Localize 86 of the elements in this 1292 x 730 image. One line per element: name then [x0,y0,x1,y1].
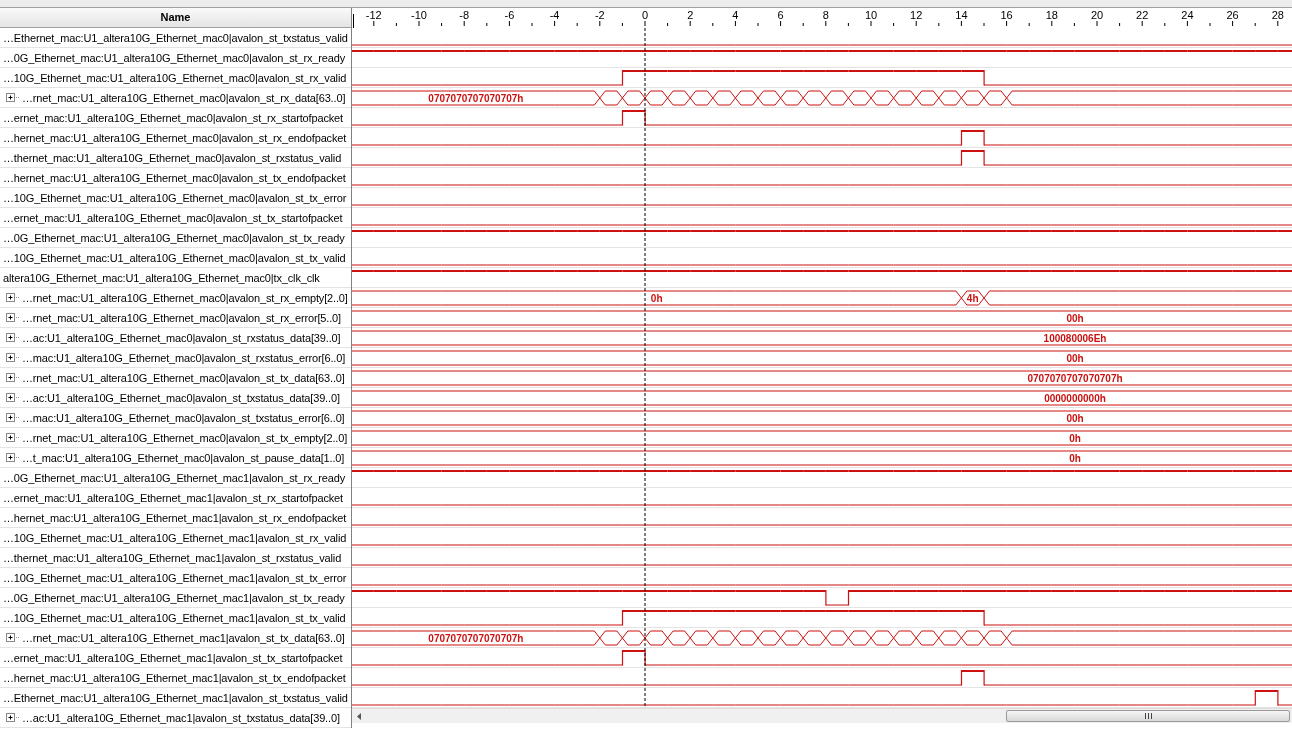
signal-name[interactable]: …10G_Ethernet_mac:U1_altera10G_Ethernet_mac1|avalon_st_rx_valid [3,531,347,544]
signal-name[interactable]: …rnet_mac:U1_altera10G_Ethernet_mac1|avalon_st_tx_data[63..0] [22,631,345,644]
time-label: -6 [504,9,515,21]
time-label: 14 [955,9,968,21]
signal-name[interactable]: …hernet_mac:U1_altera10G_Ethernet_mac0|avalon_st_rx_endofpacket [3,131,347,144]
signal-name[interactable]: …ac:U1_altera10G_Ethernet_mac0|avalon_st_txstatus_data[39..0] [22,391,340,404]
time-label: 20 [1090,9,1104,21]
scroll-left-icon[interactable] [356,712,362,720]
time-label: 16 [1000,9,1013,21]
grip-icon [1144,713,1152,719]
signal-name[interactable]: …ac:U1_altera10G_Ethernet_mac0|avalon_st_rxstatus_data[39..0] [22,331,341,344]
time-label: 26 [1226,9,1239,21]
signal-name[interactable]: …hernet_mac:U1_altera10G_Ethernet_mac1|avalon_st_rx_endofpacket [3,511,347,524]
time-label: 24 [1181,9,1194,21]
signal-name[interactable]: altera10G_Ethernet_mac:U1_altera10G_Ethernet_mac0|tx_clk_clk [3,271,320,284]
expand-icon[interactable] [6,293,20,302]
bus-value: 0h [1069,432,1081,444]
time-label: 28 [1271,9,1284,21]
expand-icon[interactable] [6,353,20,362]
expand-icon[interactable] [6,373,20,382]
signal-name[interactable]: …rnet_mac:U1_altera10G_Ethernet_mac0|avalon_st_rx_empty[2..0] [22,291,348,304]
expand-icon[interactable] [6,393,20,402]
signal-name[interactable]: …10G_Ethernet_mac:U1_altera10G_Ethernet_mac0|avalon_st_tx_error [3,191,347,204]
bus-value: 0h [650,292,663,304]
signal-name[interactable]: …hernet_mac:U1_altera10G_Ethernet_mac0|avalon_st_tx_endofpacket [3,171,346,184]
signal-name[interactable]: …0G_Ethernet_mac:U1_altera10G_Ethernet_mac0|avalon_st_rx_ready [3,51,346,64]
time-label: 22 [1136,9,1149,21]
signal-name[interactable]: …rnet_mac:U1_altera10G_Ethernet_mac0|avalon_st_tx_empty[2..0] [22,431,348,444]
signal-name[interactable]: …thernet_mac:U1_altera10G_Ethernet_mac1|avalon_st_rxstatus_valid [3,551,342,564]
bus-value: 0707070707070707h [428,632,524,644]
bus-value: 00h [1066,312,1084,324]
bus-value: 0707070707070707h [1027,372,1123,384]
expand-icon[interactable] [6,633,20,642]
expand-icon[interactable] [6,713,20,722]
signal-name[interactable]: …Ethernet_mac:U1_altera10G_Ethernet_mac0|avalon_st_txstatus_valid [3,31,348,44]
expand-icon[interactable] [6,453,20,462]
signal-name[interactable]: …10G_Ethernet_mac:U1_altera10G_Ethernet_mac1|avalon_st_tx_valid [3,611,346,624]
signal-name[interactable]: …mac:U1_altera10G_Ethernet_mac0|avalon_st_rxstatus_error[6..0] [22,351,346,364]
time-label: -10 [411,9,427,21]
time-label: -2 [594,9,605,21]
bus-value: 4h [966,292,979,304]
signal-name[interactable]: …0G_Ethernet_mac:U1_altera10G_Ethernet_mac0|avalon_st_tx_ready [3,231,345,244]
time-label: -4 [549,9,560,21]
signal-name[interactable]: …rnet_mac:U1_altera10G_Ethernet_mac0|avalon_st_tx_data[63..0] [22,371,345,384]
signal-name[interactable]: …0G_Ethernet_mac:U1_altera10G_Ethernet_mac1|avalon_st_rx_ready [3,471,346,484]
signal-name[interactable]: …ernet_mac:U1_altera10G_Ethernet_mac0|avalon_st_rx_startofpacket [3,111,343,124]
signal-name[interactable]: …thernet_mac:U1_altera10G_Ethernet_mac0|avalon_st_rxstatus_valid [3,151,342,164]
bus-value: 00h [1066,412,1084,424]
signal-name[interactable]: …0G_Ethernet_mac:U1_altera10G_Ethernet_mac1|avalon_st_tx_ready [3,591,345,604]
time-label: 4 [732,9,739,21]
expand-icon[interactable] [6,313,20,322]
signal-name[interactable]: …mac:U1_altera10G_Ethernet_mac0|avalon_st_txstatus_error[6..0] [22,411,345,424]
expand-icon[interactable] [6,433,20,442]
signal-name[interactable]: …10G_Ethernet_mac:U1_altera10G_Ethernet_mac0|avalon_st_tx_valid [3,251,346,264]
column-header[interactable]: Name [0,8,351,28]
signal-name[interactable]: …ac:U1_altera10G_Ethernet_mac1|avalon_st_txstatus_data[39..0] [22,711,340,724]
signal-name[interactable]: …10G_Ethernet_mac:U1_altera10G_Ethernet_mac0|avalon_st_rx_valid [3,71,347,84]
horizontal-scrollbar[interactable] [352,708,1292,723]
time-label: -8 [459,9,470,21]
time-label: 10 [864,9,878,21]
expand-icon[interactable] [6,93,20,102]
time-label: 18 [1045,9,1058,21]
signal-name[interactable]: …rnet_mac:U1_altera10G_Ethernet_mac0|avalon_st_rx_error[5..0] [22,311,341,324]
bus-value: 0h [1069,452,1081,464]
time-label: 0 [641,9,649,21]
bus-value: 0707070707070707h [428,92,524,104]
bus-value: 00h [1066,352,1084,364]
time-label: 6 [777,9,784,21]
signal-name[interactable]: …10G_Ethernet_mac:U1_altera10G_Ethernet_mac1|avalon_st_tx_error [3,571,347,584]
expand-icon[interactable] [6,333,20,342]
signal-name[interactable]: …Ethernet_mac:U1_altera10G_Ethernet_mac1|avalon_st_txstatus_valid [3,691,348,704]
signal-name[interactable]: …hernet_mac:U1_altera10G_Ethernet_mac1|avalon_st_tx_endofpacket [3,671,346,684]
time-label: 2 [687,9,694,21]
time-label: 8 [822,9,829,21]
scrollbar-thumb[interactable] [1006,710,1290,722]
time-label: -12 [365,9,382,21]
cursor-line[interactable] [644,28,646,706]
signal-name[interactable]: …ernet_mac:U1_altera10G_Ethernet_mac1|avalon_st_rx_startofpacket [3,491,343,504]
bus-value: 100080006Eh [1043,332,1107,344]
signal-name[interactable]: …ernet_mac:U1_altera10G_Ethernet_mac1|avalon_st_tx_startofpacket [3,651,343,664]
expand-icon[interactable] [6,413,20,422]
signal-name[interactable]: …rnet_mac:U1_altera10G_Ethernet_mac0|avalon_st_rx_data[63..0] [22,91,346,104]
time-label: 12 [910,9,923,21]
signal-name[interactable]: …ernet_mac:U1_altera10G_Ethernet_mac0|avalon_st_tx_startofpacket [3,211,343,224]
bus-value: 0000000000h [1044,392,1106,404]
signal-name[interactable]: …t_mac:U1_altera10G_Ethernet_mac0|avalon_st_pause_data[1..0] [22,451,345,464]
